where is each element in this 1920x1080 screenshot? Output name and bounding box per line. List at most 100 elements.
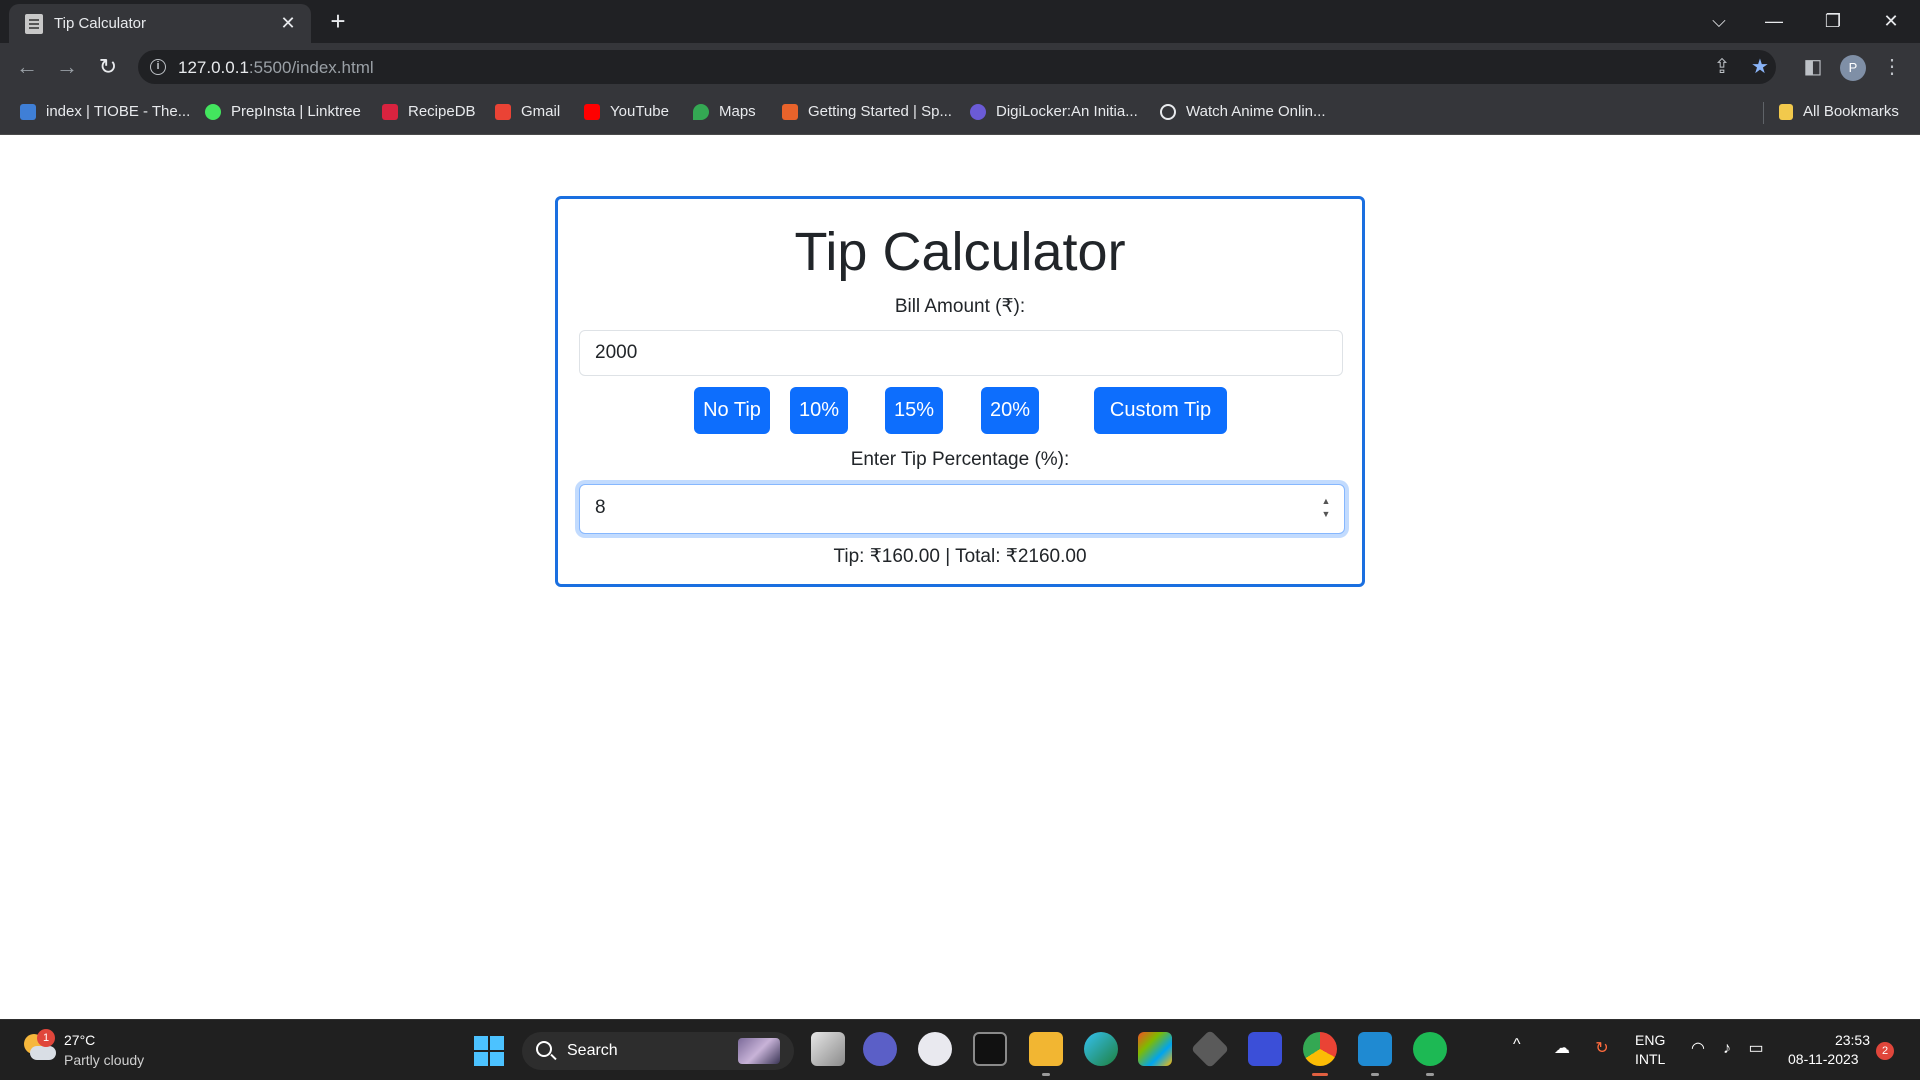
all-bookmarks-button[interactable]: All Bookmarks: [1779, 103, 1899, 120]
bookmark-tiobe[interactable]: index | TIOBE - The...: [20, 103, 190, 120]
url-text[interactable]: 127.0.0.1:5500/index.html: [178, 58, 374, 78]
tip-percentage-value: 8: [595, 497, 606, 518]
show-hidden-icons-chevron-icon[interactable]: ^: [1513, 1036, 1521, 1054]
digilocker-icon: [970, 103, 986, 120]
bookmark-gmail[interactable]: Gmail: [495, 103, 560, 120]
bookmark-label: Maps: [719, 103, 756, 120]
anime-icon: [1160, 103, 1176, 120]
tip-20-button[interactable]: 20%: [981, 387, 1039, 434]
bill-amount-input[interactable]: [579, 330, 1343, 376]
bookmark-label: Gmail: [521, 103, 561, 120]
bookmark-star-icon[interactable]: ★: [1746, 53, 1774, 81]
number-spinner-icon[interactable]: ▲ ▼: [1318, 495, 1334, 521]
profile-avatar[interactable]: P: [1840, 55, 1866, 81]
weather-description[interactable]: Partly cloudy: [64, 1052, 144, 1068]
page-title: Tip Calculator: [794, 222, 1126, 282]
page-favicon-icon: [25, 14, 43, 34]
onedrive-icon[interactable]: ☁: [1551, 1038, 1573, 1060]
browser-toolbar: ← → ↻ i 127.0.0.1:5500/index.html ⇪ ★ ◧ …: [0, 43, 1920, 91]
new-tab-button[interactable]: +: [323, 6, 353, 36]
temperature[interactable]: 27°C: [64, 1032, 95, 1048]
address-bar[interactable]: i 127.0.0.1:5500/index.html ⇪ ★: [138, 50, 1776, 84]
bookmark-label: DigiLocker:An Initia...: [996, 103, 1138, 120]
page-viewport: Tip Calculator Bill Amount (₹): No Tip 1…: [0, 135, 1920, 1019]
toolbox-icon[interactable]: [1248, 1032, 1282, 1066]
running-indicator: [1426, 1073, 1434, 1076]
spotify-icon[interactable]: [1413, 1032, 1447, 1066]
input-layout[interactable]: INTL: [1635, 1051, 1665, 1067]
restore-button[interactable]: ❐: [1813, 6, 1853, 36]
microsoft-store-icon[interactable]: [1138, 1032, 1172, 1066]
tab-close-icon[interactable]: ✕: [277, 12, 299, 34]
bookmark-recipedb[interactable]: RecipeDB: [382, 103, 476, 120]
youtube-icon: [584, 103, 600, 120]
vscode-icon[interactable]: [1358, 1032, 1392, 1066]
input-language[interactable]: ENG: [1635, 1032, 1665, 1048]
weather-badge: 1: [37, 1029, 55, 1047]
windows-start-icon[interactable]: [474, 1036, 504, 1066]
search-highlight-image: [738, 1038, 780, 1064]
url-path: :5500/index.html: [248, 58, 374, 77]
bookmark-digilocker[interactable]: DigiLocker:An Initia...: [970, 103, 1138, 120]
taskbar-search[interactable]: Search: [522, 1032, 794, 1070]
bookmark-youtube[interactable]: YouTube: [584, 103, 669, 120]
bookmarks-divider: [1763, 102, 1764, 124]
chrome-icon[interactable]: [1303, 1032, 1337, 1066]
bookmark-label: YouTube: [610, 103, 669, 120]
site-info-icon[interactable]: i: [150, 59, 166, 75]
bookmark-prepinsta[interactable]: PrepInsta | Linktree: [205, 103, 361, 120]
tip-percentage-label: Enter Tip Percentage (%):: [850, 449, 1070, 470]
folder-icon: [1779, 103, 1793, 120]
minimize-button[interactable]: —: [1754, 6, 1794, 36]
bookmark-maps[interactable]: Maps: [693, 103, 756, 120]
spring-icon: [782, 103, 798, 120]
menu-kebab-icon[interactable]: ⋮: [1878, 53, 1906, 81]
recipedb-icon: [382, 103, 398, 120]
windows-taskbar: 1 27°C Partly cloudy Search ^ ☁ ↻ ENG IN…: [0, 1019, 1920, 1080]
volume-icon[interactable]: ♪: [1716, 1038, 1738, 1060]
custom-tip-button[interactable]: Custom Tip: [1094, 387, 1227, 434]
search-icon: [536, 1041, 552, 1057]
bookmark-spring[interactable]: Getting Started | Sp...: [782, 103, 952, 120]
running-indicator: [1042, 1073, 1050, 1076]
bill-amount-label: Bill Amount (₹):: [894, 296, 1026, 317]
teams-chat-icon[interactable]: [863, 1032, 897, 1066]
tab-title: Tip Calculator: [54, 15, 146, 32]
gmail-icon: [495, 103, 511, 120]
bookmark-label: Getting Started | Sp...: [808, 103, 952, 120]
cloud-shape: [30, 1046, 56, 1060]
side-panel-icon[interactable]: ◧: [1799, 53, 1827, 81]
browser-tab-active[interactable]: Tip Calculator ✕: [9, 4, 311, 43]
clock-date[interactable]: 08-11-2023: [1788, 1051, 1859, 1067]
reload-icon[interactable]: ↻: [93, 52, 123, 82]
notification-badge[interactable]: 2: [1876, 1042, 1894, 1060]
window-close-button[interactable]: ✕: [1871, 6, 1911, 36]
bookmark-label: index | TIOBE - The...: [46, 103, 191, 120]
tiobe-icon: [20, 103, 36, 120]
unity-icon[interactable]: [1190, 1029, 1230, 1069]
back-arrow-icon[interactable]: ←: [12, 52, 42, 82]
tip-10-button[interactable]: 10%: [790, 387, 848, 434]
edge-icon[interactable]: [1084, 1032, 1118, 1066]
forward-arrow-icon[interactable]: →: [52, 52, 82, 82]
battery-icon[interactable]: ▭: [1745, 1038, 1767, 1060]
all-bookmarks-label: All Bookmarks: [1803, 103, 1899, 120]
sync-icon[interactable]: ↻: [1591, 1038, 1613, 1060]
maps-icon: [693, 103, 709, 120]
tip-percentage-input[interactable]: 8 ▲ ▼: [579, 484, 1345, 534]
bookmark-anime[interactable]: Watch Anime Onlin...: [1160, 103, 1326, 120]
bookmarks-bar: index | TIOBE - The... PrepInsta | Linkt…: [0, 91, 1920, 135]
no-tip-button[interactable]: No Tip: [694, 387, 770, 434]
tip-15-button[interactable]: 15%: [885, 387, 943, 434]
messenger-icon[interactable]: [918, 1032, 952, 1066]
share-icon[interactable]: ⇪: [1708, 53, 1736, 81]
bookmark-label: Watch Anime Onlin...: [1186, 103, 1326, 120]
task-view-icon[interactable]: [811, 1032, 845, 1066]
bookmark-label: RecipeDB: [408, 103, 476, 120]
file-explorer-icon[interactable]: [1029, 1032, 1063, 1066]
clock-time[interactable]: 23:53: [1830, 1032, 1870, 1048]
tab-search-chevron-icon[interactable]: ⌵: [1699, 6, 1739, 36]
terminal-icon[interactable]: [973, 1032, 1007, 1066]
wifi-icon[interactable]: ◠: [1687, 1038, 1709, 1060]
tip-result-text: Tip: ₹160.00 | Total: ₹2160.00: [833, 546, 1087, 567]
